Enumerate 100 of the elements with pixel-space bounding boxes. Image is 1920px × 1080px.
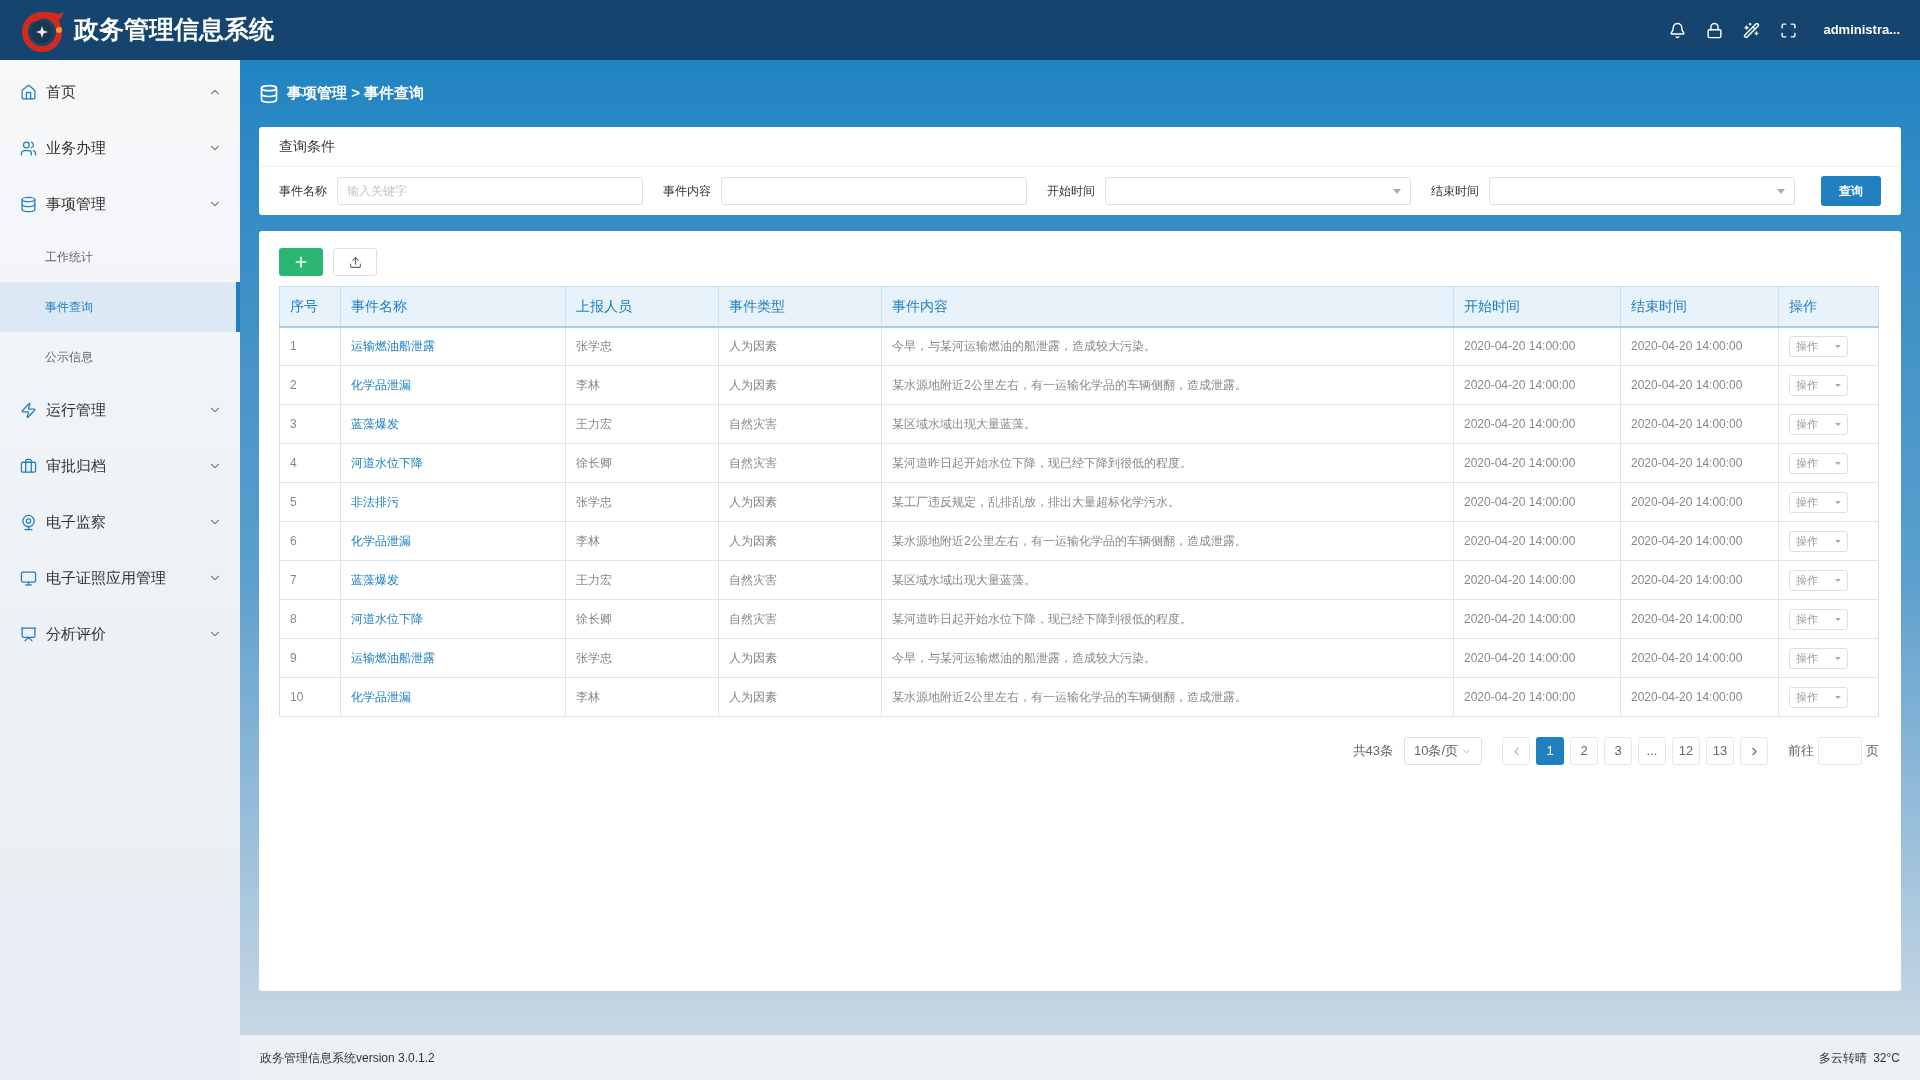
table-cell: 2: [279, 365, 341, 405]
action-dropdown[interactable]: 操作: [1789, 374, 1848, 396]
user-name[interactable]: administra...: [1823, 20, 1900, 40]
column-header: 事件类型: [718, 286, 882, 327]
action-dropdown[interactable]: 操作: [1789, 530, 1848, 552]
table-cell: 人为因素: [718, 677, 882, 717]
caret-icon: [1777, 189, 1785, 194]
home-icon: [20, 83, 37, 101]
table-cell: 某河道昨日起开始水位下降，现已经下降到很低的程度。: [881, 599, 1454, 639]
add-button[interactable]: [279, 248, 323, 276]
bell-icon[interactable]: [1669, 21, 1687, 39]
fullscreen-icon[interactable]: [1780, 21, 1798, 39]
table-cell: 自然灾害: [718, 599, 882, 639]
table-cell: 2020-04-20 14:00:00: [1620, 326, 1779, 366]
menu-item[interactable]: 事项管理: [0, 176, 240, 232]
table-cell: 2020-04-20 14:00:00: [1453, 482, 1621, 522]
database-icon: [259, 83, 279, 104]
event-link[interactable]: 蓝藻爆发: [340, 404, 566, 444]
page-size-select[interactable]: 10条/页: [1404, 737, 1482, 765]
lock-icon[interactable]: [1706, 21, 1724, 39]
event-link[interactable]: 蓝藻爆发: [340, 560, 566, 600]
table-cell: 徐长卿: [565, 599, 719, 639]
page-button[interactable]: 1: [1536, 737, 1564, 765]
page-button[interactable]: 3: [1604, 737, 1632, 765]
table-cell: 8: [279, 599, 341, 639]
caret-icon: [1835, 617, 1841, 621]
table-cell: 2020-04-20 14:00:00: [1453, 560, 1621, 600]
menu-item[interactable]: 首页: [0, 64, 240, 120]
input-field[interactable]: 输入关键字: [337, 177, 643, 205]
table-cell: 2020-04-20 14:00:00: [1620, 638, 1779, 678]
menu-item[interactable]: 电子证照应用管理: [0, 550, 240, 606]
menu-item[interactable]: 业务办理: [0, 120, 240, 176]
menu-item[interactable]: 分析评价: [0, 606, 240, 662]
submenu-item[interactable]: 公示信息: [0, 332, 240, 382]
table-cell: 徐长卿: [565, 443, 719, 483]
table-cell: 张学忠: [565, 326, 719, 366]
table-cell: 3: [279, 404, 341, 444]
action-dropdown[interactable]: 操作: [1789, 686, 1848, 708]
upload-button[interactable]: [333, 248, 377, 276]
event-link[interactable]: 非法排污: [340, 482, 566, 522]
table-cell: 2020-04-20 14:00:00: [1453, 404, 1621, 444]
table-cell: 2020-04-20 14:00:00: [1453, 326, 1621, 366]
weather-text: 多云转晴 32°C: [1818, 1049, 1900, 1067]
column-header: 事件名称: [340, 286, 566, 327]
table-cell: 2020-04-20 14:00:00: [1620, 482, 1779, 522]
submenu-item[interactable]: 工作统计: [0, 232, 240, 282]
event-link[interactable]: 化学品泄漏: [340, 521, 566, 561]
column-header: 结束时间: [1620, 286, 1779, 327]
page-input[interactable]: [1818, 737, 1862, 765]
panel-title: 查询条件: [279, 137, 335, 156]
action-dropdown[interactable]: 操作: [1789, 335, 1848, 357]
table-cell: 2020-04-20 14:00:00: [1453, 443, 1621, 483]
plus-icon: [293, 254, 309, 270]
table-cell: 1: [279, 326, 341, 366]
event-link[interactable]: 运输燃油船泄露: [340, 638, 566, 678]
page-button[interactable]: ...: [1638, 737, 1666, 765]
table-cell: 5: [279, 482, 341, 522]
briefcase-icon: [20, 457, 37, 475]
event-link[interactable]: 运输燃油船泄露: [340, 326, 566, 366]
date-picker[interactable]: [1489, 177, 1795, 205]
page-suffix: 页: [1866, 742, 1879, 761]
event-link[interactable]: 河道水位下降: [340, 599, 566, 639]
column-header: 上报人员: [565, 286, 719, 327]
event-link[interactable]: 化学品泄漏: [340, 365, 566, 405]
menu-item[interactable]: 运行管理: [0, 382, 240, 438]
submenu-item[interactable]: 事件查询: [0, 282, 240, 332]
next-page-button[interactable]: [1740, 737, 1768, 765]
column-header: 操作: [1778, 286, 1879, 327]
prev-page-button[interactable]: [1502, 737, 1530, 765]
page-button[interactable]: 13: [1706, 737, 1734, 765]
action-dropdown[interactable]: 操作: [1789, 608, 1848, 630]
search-button[interactable]: 查询: [1821, 176, 1881, 206]
action-dropdown[interactable]: 操作: [1789, 569, 1848, 591]
table-cell: 2020-04-20 14:00:00: [1453, 638, 1621, 678]
version-text: 政务管理信息系统version 3.0.1.2: [260, 1049, 435, 1067]
field-label: 事件名称: [279, 183, 328, 200]
input-field[interactable]: [721, 177, 1027, 205]
menu-item[interactable]: 审批归档: [0, 438, 240, 494]
wand-icon[interactable]: [1743, 21, 1761, 39]
table-cell: 李林: [565, 677, 719, 717]
action-dropdown[interactable]: 操作: [1789, 452, 1848, 474]
action-dropdown[interactable]: 操作: [1789, 491, 1848, 513]
page-button[interactable]: 2: [1570, 737, 1598, 765]
caret-icon: [1835, 539, 1841, 543]
caret-icon: [1835, 500, 1841, 504]
caret-icon: [1835, 578, 1841, 582]
event-link[interactable]: 河道水位下降: [340, 443, 566, 483]
menu-item[interactable]: 电子监察: [0, 494, 240, 550]
date-picker[interactable]: [1105, 177, 1411, 205]
event-link[interactable]: 化学品泄漏: [340, 677, 566, 717]
table-cell: 6: [279, 521, 341, 561]
action-dropdown[interactable]: 操作: [1789, 413, 1848, 435]
table-cell: 自然灾害: [718, 404, 882, 444]
table-cell: 某水源地附近2公里左右，有一运输化学品的车辆侧翻，造成泄露。: [881, 521, 1454, 561]
caret-icon: [1835, 422, 1841, 426]
action-dropdown[interactable]: 操作: [1789, 647, 1848, 669]
page-button[interactable]: 12: [1672, 737, 1700, 765]
table-cell: 人为因素: [718, 365, 882, 405]
table-cell: 2020-04-20 14:00:00: [1620, 599, 1779, 639]
people-icon: [20, 139, 37, 157]
